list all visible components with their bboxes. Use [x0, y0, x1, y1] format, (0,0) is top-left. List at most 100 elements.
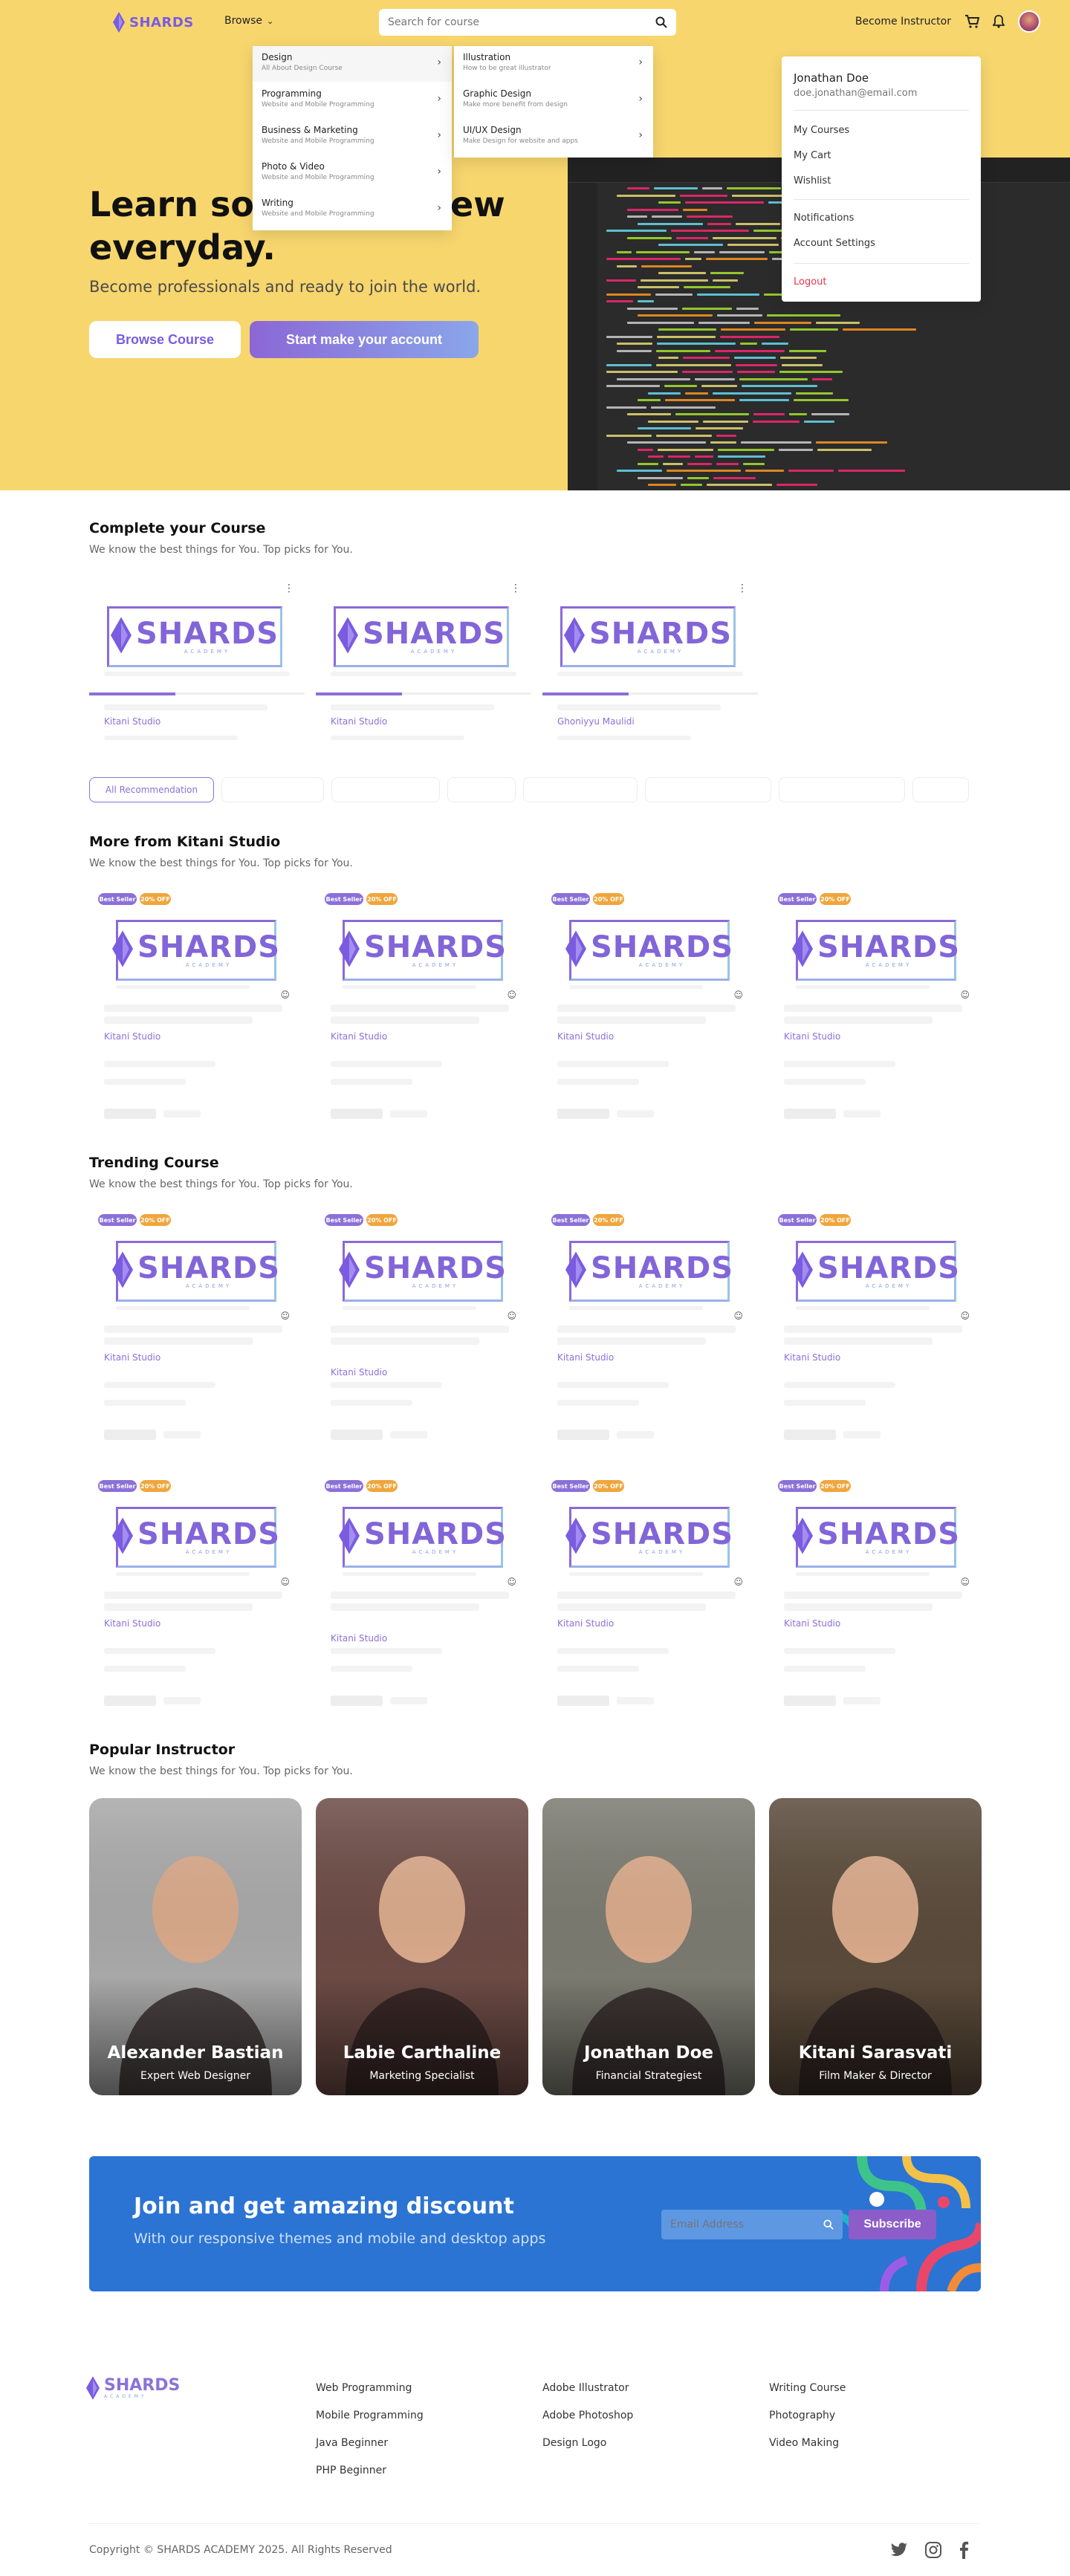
filter-chip[interactable] — [447, 777, 516, 802]
logo[interactable]: SHARDS — [113, 12, 194, 33]
code-line — [720, 335, 779, 338]
search-input[interactable] — [388, 16, 641, 28]
menu-account-settings[interactable]: Account Settings — [794, 238, 875, 249]
facebook-icon[interactable] — [959, 2541, 969, 2559]
course-card[interactable]: Best Seller 20% OFF SHARDS ACADEMY ☺ Kitani S… — [316, 1480, 528, 1725]
search-bar[interactable] — [379, 9, 676, 36]
course-thumbnail[interactable]: SHARDS ACADEMY — [338, 1241, 506, 1302]
bell-icon[interactable] — [993, 15, 1005, 28]
cart-icon[interactable] — [964, 15, 979, 28]
studio-name: Kitani Studio — [104, 1031, 161, 1042]
course-thumbnail[interactable]: SHARDS ACADEMY — [338, 1507, 506, 1568]
menu-wishlist[interactable]: Wishlist — [794, 175, 831, 186]
course-card[interactable]: ⋮ SHARDS ACADEMY Ghoniyyu Maulidi — [542, 580, 758, 750]
code-line — [767, 314, 840, 317]
menu-notifications[interactable]: Notifications — [794, 212, 854, 224]
footer-link[interactable]: Java Beginner — [316, 2437, 388, 2449]
category-item[interactable]: Programming Website and Mobile Programmin… — [253, 82, 452, 118]
email-field-wrap[interactable] — [661, 2210, 843, 2239]
course-thumbnail[interactable]: SHARDS ACADEMY — [111, 1241, 279, 1302]
browse-course-button[interactable]: Browse Course — [89, 321, 241, 358]
more-options-icon[interactable]: ⋮ — [510, 583, 521, 594]
code-line — [743, 462, 765, 465]
course-card[interactable]: Best Seller 20% OFF SHARDS ACADEMY ☺ Kitani S… — [316, 893, 528, 1138]
code-line — [671, 230, 749, 232]
course-thumbnail[interactable]: SHARDS ACADEMY — [791, 1507, 959, 1568]
browse-menu-button[interactable]: Browse ⌄ — [224, 15, 273, 27]
filter-chip[interactable] — [523, 777, 638, 802]
footer-link[interactable]: Video Making — [769, 2437, 839, 2449]
code-line — [696, 427, 743, 429]
studio-name: Kitani Studio — [331, 1367, 388, 1378]
discount-banner: Join and get amazing discount With our r… — [89, 2156, 981, 2291]
course-thumbnail[interactable]: SHARDS ACADEMY — [791, 920, 959, 981]
course-card[interactable]: Best Seller 20% OFF SHARDS ACADEMY ☺ Kitani S… — [769, 893, 982, 1138]
course-thumbnail[interactable]: SHARDS ACADEMY — [338, 920, 506, 981]
avatar[interactable] — [1018, 10, 1040, 33]
menu-my-cart[interactable]: My Cart — [794, 150, 831, 161]
filter-chip[interactable] — [645, 777, 771, 802]
category-item[interactable]: Writing Website and Mobile Programming › — [253, 192, 452, 227]
start-account-button[interactable]: Start make your account — [250, 321, 479, 358]
course-card[interactable]: Best Seller 20% OFF SHARDS ACADEMY ☺ Kitani S… — [89, 1480, 302, 1725]
instructor-card[interactable]: Labie Carthaline Marketing Specialist — [316, 1798, 528, 2095]
become-instructor-link[interactable]: Become Instructor — [855, 16, 951, 27]
footer-logo[interactable]: SHARDS ACADEMY — [86, 2375, 180, 2401]
course-thumbnail[interactable]: SHARDS ACADEMY — [565, 1241, 733, 1302]
more-options-icon[interactable]: ⋮ — [284, 583, 294, 594]
code-line — [665, 399, 735, 401]
footer-link[interactable]: Adobe Illustrator — [542, 2382, 629, 2394]
course-thumbnail[interactable]: SHARDS ACADEMY — [560, 606, 736, 667]
twitter-icon[interactable] — [890, 2543, 908, 2557]
more-options-icon[interactable]: ⋮ — [737, 583, 748, 594]
course-card[interactable]: Best Seller 20% OFF SHARDS ACADEMY ☺ Kitani S… — [316, 1214, 528, 1459]
course-thumbnail[interactable]: SHARDS ACADEMY — [111, 920, 279, 981]
course-card[interactable]: Best Seller 20% OFF SHARDS ACADEMY ☺ Kitani S… — [89, 893, 302, 1138]
course-thumbnail[interactable]: SHARDS ACADEMY — [791, 1241, 959, 1302]
course-card[interactable]: Best Seller 20% OFF SHARDS ACADEMY ☺ Kitani S… — [542, 893, 755, 1138]
category-item[interactable]: Business & Marketing Website and Mobile P… — [253, 119, 452, 155]
filter-chip[interactable] — [779, 777, 905, 802]
course-card[interactable]: Best Seller 20% OFF SHARDS ACADEMY ☺ Kitani S… — [769, 1214, 982, 1459]
course-card[interactable]: ⋮ SHARDS ACADEMY Kitani Studio — [89, 580, 305, 750]
category-item[interactable]: Design All About Design Course › — [253, 46, 452, 82]
chip-all-recommendation[interactable]: All Recommendation — [89, 777, 214, 802]
footer-link[interactable]: PHP Beginner — [316, 2465, 386, 2476]
footer-link[interactable]: Mobile Programming — [316, 2410, 424, 2421]
instagram-icon[interactable] — [924, 2541, 942, 2559]
filter-chip[interactable] — [331, 777, 440, 802]
category-item[interactable]: Photo & Video Website and Mobile Programm… — [253, 155, 452, 191]
subscribe-button[interactable]: Subscribe — [849, 2210, 936, 2239]
course-card[interactable]: Best Seller 20% OFF SHARDS ACADEMY ☺ Kitani S… — [769, 1480, 982, 1725]
footer-link[interactable]: Writing Course — [769, 2382, 846, 2394]
user-icon: ☺ — [280, 1577, 290, 1587]
subcategory-item[interactable]: UI/UX Design Make Design for website and … — [454, 119, 653, 155]
course-thumbnail[interactable]: SHARDS ACADEMY — [334, 606, 509, 667]
filter-chip[interactable] — [221, 777, 324, 802]
course-thumbnail[interactable]: SHARDS ACADEMY — [565, 1507, 734, 1568]
email-field[interactable] — [670, 2219, 804, 2231]
course-card[interactable]: Best Seller 20% OFF SHARDS ACADEMY ☺ Kitani S… — [89, 1214, 302, 1459]
footer-link[interactable]: Design Logo — [542, 2437, 606, 2449]
search-icon[interactable] — [655, 16, 667, 28]
course-card[interactable]: Best Seller 20% OFF SHARDS ACADEMY ☺ Kitani S… — [542, 1214, 755, 1459]
footer-link[interactable]: Adobe Photoshop — [542, 2410, 633, 2421]
footer-link[interactable]: Photography — [769, 2410, 835, 2421]
instructor-card[interactable]: Kitani Sarasvati Film Maker & Director — [769, 1798, 982, 2095]
course-thumbnail[interactable]: SHARDS ACADEMY — [565, 920, 733, 981]
course-thumbnail[interactable]: SHARDS ACADEMY — [107, 606, 282, 667]
instructor-card[interactable]: Alexander Bastian Expert Web Designer — [89, 1798, 302, 2095]
menu-logout[interactable]: Logout — [794, 276, 827, 288]
subcategory-item[interactable]: Illustration How to be great illustrator › — [454, 46, 653, 82]
subcategory-item[interactable]: Graphic Design Make more benefit from des… — [454, 82, 653, 118]
filter-chip[interactable] — [912, 777, 969, 802]
instructor-card[interactable]: Jonathan Doe Financial Strategiest — [542, 1798, 755, 2095]
menu-my-courses[interactable]: My Courses — [794, 125, 849, 136]
logo-icon — [86, 2376, 100, 2400]
thumbnail-word: SHARDS — [590, 1517, 734, 1551]
footer-link[interactable]: Web Programming — [316, 2382, 412, 2394]
course-card[interactable]: ⋮ SHARDS ACADEMY Kitani Studio — [316, 580, 531, 750]
code-line — [676, 236, 708, 239]
course-thumbnail[interactable]: SHARDS ACADEMY — [111, 1507, 279, 1568]
course-card[interactable]: Best Seller 20% OFF SHARDS ACADEMY ☺ Kitani S… — [542, 1480, 755, 1725]
